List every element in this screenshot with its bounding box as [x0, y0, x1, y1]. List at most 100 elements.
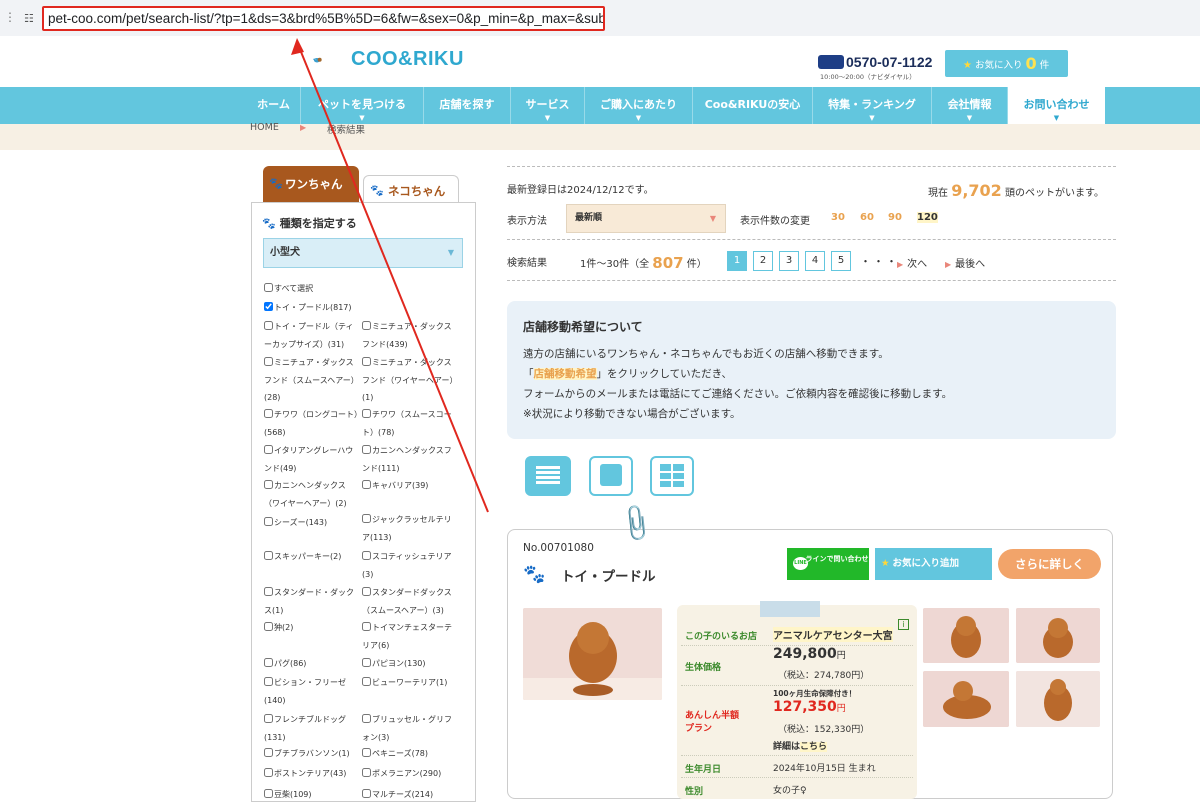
breed-checkbox-item[interactable]: チワワ（スムースコート）(78) — [362, 406, 457, 441]
breed-checkbox[interactable] — [362, 480, 371, 489]
menu-dots-icon[interactable]: ⋮ — [4, 10, 16, 24]
breed-checkbox-item[interactable]: チワワ（ロングコート）(568) — [264, 406, 359, 441]
breed-checkbox-item[interactable]: ミニチュア・ダックスフンド(439) — [362, 318, 457, 353]
breed-checkbox-item[interactable]: パグ(86) — [264, 655, 359, 673]
breed-checkbox[interactable] — [264, 748, 273, 757]
breed-checkbox[interactable] — [362, 409, 371, 418]
breadcrumb-home[interactable]: HOME — [250, 122, 279, 133]
breed-checkbox-item[interactable]: トイマンチェスターテリア(6) — [362, 619, 457, 654]
next-page-link[interactable]: ▶ 次へ — [897, 255, 927, 270]
pet-thumbnail[interactable] — [923, 671, 1009, 727]
breed-checkbox-item[interactable]: ミニチュア・ダックスフンド（ワイヤーヘアー）(1) — [362, 354, 457, 407]
breed-checkbox-item[interactable]: イタリアングレーハウンド(49) — [264, 442, 359, 477]
breed-checkbox[interactable] — [362, 658, 371, 667]
breed-checkbox-item[interactable]: キャバリア(39) — [362, 477, 457, 495]
nav-company[interactable]: 会社情報 ▼ — [932, 87, 1008, 124]
page-3[interactable]: 3 — [779, 251, 799, 271]
phone-number[interactable]: 0570-07-1122 — [846, 54, 932, 70]
shop-link[interactable]: アニマルケアセンター大宮 — [773, 627, 893, 642]
breed-checkbox[interactable] — [362, 587, 371, 596]
nav-ranking[interactable]: 特集・ランキング ▼ — [813, 87, 932, 124]
nav-home[interactable]: ホーム — [247, 87, 301, 124]
more-details-button[interactable]: さらに詳しく — [998, 549, 1101, 579]
perpage-60[interactable]: 60 — [860, 212, 874, 223]
breed-checkbox-item[interactable]: ブリュッセル・グリフォン(3) — [362, 711, 457, 746]
breed-checkbox-item[interactable]: スタンダードダックス（スムースヘアー）(3) — [362, 584, 457, 619]
breed-checkbox-item[interactable]: トイ・プードル(817) — [264, 299, 359, 317]
breed-checkbox[interactable] — [362, 622, 371, 631]
breed-checkbox[interactable] — [264, 587, 273, 596]
breed-checkbox[interactable] — [362, 768, 371, 777]
tab-dog[interactable]: 🐾 ワンちゃん — [263, 166, 359, 202]
grid-view-button[interactable] — [650, 456, 694, 496]
breed-checkbox-item[interactable]: マルチーズ(214) — [362, 786, 457, 804]
breed-checkbox-item[interactable]: ペキニーズ(78) — [362, 745, 457, 763]
breed-checkbox[interactable] — [362, 677, 371, 686]
breed-checkbox[interactable] — [264, 622, 273, 631]
sort-select[interactable]: 最新順 ▼ — [566, 204, 726, 233]
breed-checkbox-item[interactable]: 狆(2) — [264, 619, 359, 637]
breed-checkbox[interactable] — [264, 302, 273, 311]
pet-thumbnail[interactable] — [1016, 608, 1100, 663]
url-input[interactable]: pet-coo.com/pet/search-list/?tp=1&ds=3&b… — [42, 6, 605, 31]
single-view-button[interactable] — [589, 456, 633, 496]
size-select[interactable]: 小型犬 ▼ — [263, 238, 463, 268]
breed-checkbox-item[interactable]: ブチブラバンソン(1) — [264, 745, 359, 763]
page-1[interactable]: 1 — [727, 251, 747, 271]
breed-checkbox[interactable] — [264, 480, 273, 489]
pet-thumbnail[interactable] — [923, 608, 1009, 663]
add-favorite-button[interactable]: ★ お気に入り追加 — [875, 548, 992, 580]
breed-checkbox[interactable] — [264, 517, 273, 526]
transfer-request-link[interactable]: 店舗移動希望 — [533, 368, 597, 380]
breed-checkbox-item[interactable]: 豆柴(109) — [264, 786, 359, 804]
breed-checkbox-item[interactable]: スコティッシュテリア(3) — [362, 548, 457, 583]
breed-checkbox[interactable] — [362, 551, 371, 560]
breed-checkbox[interactable] — [264, 768, 273, 777]
perpage-30[interactable]: 30 — [831, 212, 845, 223]
list-view-button[interactable] — [525, 456, 571, 496]
breed-checkbox[interactable] — [362, 748, 371, 757]
pet-main-photo[interactable] — [523, 608, 662, 700]
breed-checkbox-item[interactable]: ポメラニアン(290) — [362, 765, 457, 783]
breed-checkbox[interactable] — [362, 321, 371, 330]
breed-checkbox-item[interactable]: ビューワーテリア(1) — [362, 674, 457, 692]
breed-checkbox-item[interactable]: ミニチュア・ダックスフンド（スムースヘアー）(28) — [264, 354, 359, 407]
breed-checkbox-item[interactable]: トイ・プードル（ティーカップサイズ）(31) — [264, 318, 359, 353]
nav-anshin[interactable]: Coo&RIKUの安心 — [693, 87, 813, 124]
breed-checkbox[interactable] — [362, 714, 371, 723]
breed-checkbox[interactable] — [264, 658, 273, 667]
breed-checkbox[interactable] — [264, 677, 273, 686]
breed-checkbox[interactable] — [264, 551, 273, 560]
breed-checkbox-item[interactable]: カニンヘンダックスフンド(111) — [362, 442, 457, 477]
tab-cat[interactable]: 🐾 ネコちゃん — [363, 175, 459, 203]
site-settings-icon[interactable]: ☷ — [24, 12, 36, 25]
breed-checkbox-item[interactable]: スタンダード・ダックス(1) — [264, 584, 359, 619]
breed-checkbox-item[interactable]: ジャックラッセルテリア(113) — [362, 511, 457, 546]
nav-find-pet[interactable]: ペットを見つける ▼ — [301, 87, 424, 124]
breed-checkbox-item[interactable]: ボストンテリア(43) — [264, 765, 359, 783]
nav-shops[interactable]: 店舗を探す — [424, 87, 511, 124]
breed-checkbox-item[interactable]: パピヨン(130) — [362, 655, 457, 673]
perpage-90[interactable]: 90 — [888, 212, 902, 223]
breed-checkbox[interactable] — [264, 714, 273, 723]
breed-checkbox-item[interactable]: フレンチブルドッグ(131) — [264, 711, 359, 746]
breed-checkbox[interactable] — [264, 409, 273, 418]
page-4[interactable]: 4 — [805, 251, 825, 271]
dog-logo-icon[interactable] — [313, 45, 353, 75]
logo-text[interactable]: COO&RIKU — [351, 48, 464, 71]
page-2[interactable]: 2 — [753, 251, 773, 271]
breed-checkbox[interactable] — [264, 357, 273, 366]
breed-checkbox-item[interactable]: シーズー(143) — [264, 514, 359, 532]
favorites-button[interactable]: ★ お気に入り 0 件 — [945, 50, 1068, 77]
details-link[interactable]: 詳細はこちら — [773, 739, 828, 752]
breed-checkbox-item[interactable]: カニンヘンダックス（ワイヤーヘアー）(2) — [264, 477, 359, 512]
breed-checkbox[interactable] — [264, 445, 273, 454]
breed-checkbox[interactable] — [264, 321, 273, 330]
last-page-link[interactable]: ▶ 最後へ — [945, 255, 985, 270]
nav-contact[interactable]: お問い合わせ ▼ — [1008, 87, 1105, 124]
breed-checkbox[interactable] — [362, 357, 371, 366]
breed-checkbox-item[interactable]: スキッパーキー(2) — [264, 548, 359, 566]
page-5[interactable]: 5 — [831, 251, 851, 271]
select-all-checkbox[interactable]: すべて選択 — [264, 280, 364, 298]
line-inquiry-button[interactable]: LINE ラインで問い合わせ — [787, 548, 869, 580]
